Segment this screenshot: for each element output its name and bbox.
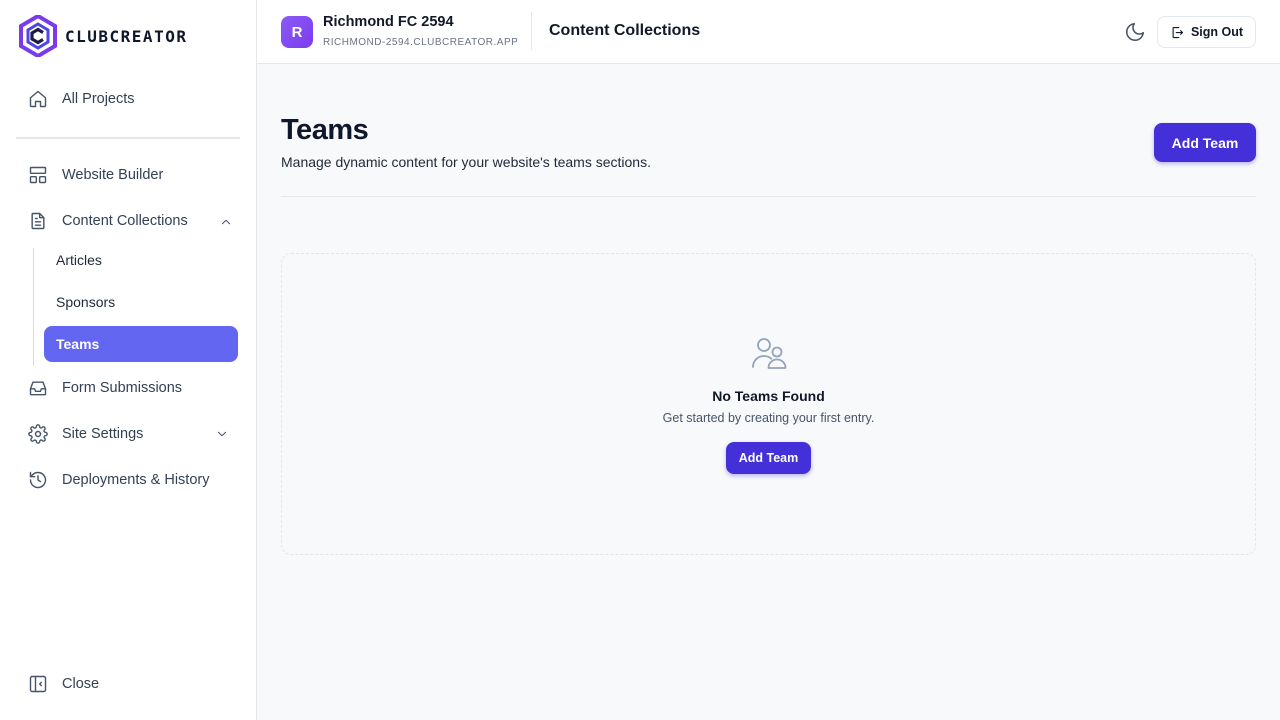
nav-website-builder-label: Website Builder: [62, 167, 164, 183]
chevron-down-icon[interactable]: [215, 427, 229, 441]
empty-state-title: No Teams Found: [712, 388, 825, 404]
chevron-up-icon[interactable]: [219, 215, 233, 229]
nav-all-projects[interactable]: All Projects: [28, 89, 135, 109]
nav-form-submissions[interactable]: Form Submissions: [28, 378, 182, 398]
inbox-icon: [29, 381, 47, 396]
nav-content-collections-label: Content Collections: [62, 213, 188, 229]
header-divider: [281, 196, 1256, 197]
nav-website-builder[interactable]: Website Builder: [28, 165, 163, 185]
header-separator: [531, 12, 532, 50]
nav-deployments-history-label: Deployments & History: [62, 472, 210, 488]
project-domain: RICHMOND-2594.CLUBCREATOR.APP: [323, 37, 519, 48]
document-icon: [31, 212, 45, 230]
sign-out-icon: [1172, 26, 1184, 38]
users-icon: [752, 338, 787, 369]
brand-logo[interactable]: CLUBCREATOR: [19, 15, 187, 57]
brand-name: CLUBCREATOR: [65, 26, 188, 46]
empty-state-panel: [281, 253, 1256, 555]
submenu-guide-line: [33, 248, 34, 366]
top-header: R Richmond FC 2594 RICHMOND-2594.CLUBCRE…: [257, 0, 1280, 64]
empty-state-add-team-button[interactable]: Add Team: [726, 442, 811, 474]
clubcreator-logo-icon: [19, 15, 57, 57]
header-section-title: Content Collections: [549, 22, 701, 39]
sidebar-item-sponsors-label: Sponsors: [56, 294, 116, 310]
nav-site-settings-label: Site Settings: [62, 426, 144, 442]
nav-deployments-history[interactable]: Deployments & History: [28, 470, 209, 490]
nav-form-submissions-label: Form Submissions: [62, 380, 183, 396]
layout-icon: [29, 166, 47, 184]
project-name[interactable]: Richmond FC 2594: [323, 14, 454, 30]
nav-site-settings[interactable]: Site Settings: [28, 424, 143, 444]
project-avatar[interactable]: R: [281, 16, 313, 48]
sidebar-item-teams-label: Teams: [56, 336, 100, 352]
moon-icon[interactable]: [1124, 21, 1146, 43]
sidebar-item-articles[interactable]: Articles: [44, 242, 238, 278]
add-team-button[interactable]: Add Team: [1154, 123, 1256, 162]
home-icon: [29, 90, 47, 108]
nav-close-label: Close: [62, 676, 100, 692]
page-title: Teams: [281, 114, 369, 146]
empty-state-subtitle: Get started by creating your first entry…: [662, 411, 875, 425]
history-icon: [29, 471, 47, 489]
sidebar-collapse-icon: [29, 675, 47, 693]
sign-out-label: Sign Out: [1190, 25, 1244, 39]
gear-icon: [28, 424, 48, 444]
sidebar-item-sponsors[interactable]: Sponsors: [44, 284, 238, 320]
page-subtitle: Manage dynamic content for your website'…: [281, 154, 651, 170]
nav-close-sidebar[interactable]: Close: [28, 674, 99, 694]
nav-all-projects-label: All Projects: [62, 91, 135, 107]
sidebar-item-articles-label: Articles: [56, 252, 102, 268]
sidebar-item-teams[interactable]: Teams: [44, 326, 238, 362]
sign-out-button[interactable]: Sign Out: [1157, 16, 1256, 48]
sidebar-divider: [16, 137, 240, 139]
sidebar: CLUBCREATOR All Projects Website Builder…: [0, 0, 257, 720]
nav-content-collections[interactable]: Content Collections: [28, 211, 188, 231]
